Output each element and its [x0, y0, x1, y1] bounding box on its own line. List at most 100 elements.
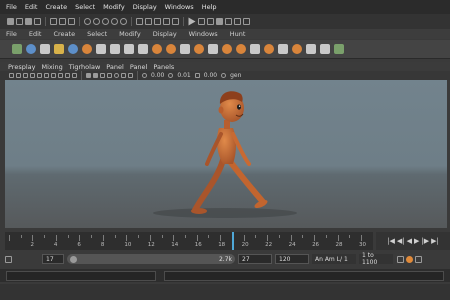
anim-layer-dropdown[interactable]: An Am L/ 1 — [312, 254, 356, 264]
move-icon[interactable] — [40, 44, 50, 54]
menu-edit[interactable]: Edit — [25, 3, 38, 11]
snap-view-icon[interactable] — [111, 18, 118, 25]
character[interactable] — [191, 91, 269, 214]
panel-menu-panel[interactable]: Panel — [106, 63, 124, 71]
select-hierarchy-icon[interactable] — [50, 18, 57, 25]
select-component-icon[interactable] — [68, 18, 75, 25]
menuset-select[interactable]: Select — [87, 30, 107, 38]
range-slider[interactable]: 2.7k — [67, 254, 235, 264]
time-slider[interactable]: 2 4 6 8 10 12 14 16 18 20 22 24 26 28 30 — [5, 232, 373, 250]
range-slider-knob[interactable] — [70, 255, 77, 263]
play-icon[interactable] — [188, 17, 196, 26]
gate-mask-icon[interactable] — [51, 73, 56, 78]
undo-icon[interactable] — [34, 18, 41, 25]
set-key-icon[interactable] — [166, 44, 176, 54]
graph-icon[interactable] — [207, 18, 214, 25]
play-forward-icon[interactable]: ▶ — [414, 237, 419, 245]
snap-grid-icon[interactable] — [84, 18, 91, 25]
menuset-file[interactable]: File — [6, 30, 17, 38]
image-plane-icon[interactable] — [23, 73, 28, 78]
render-settings-icon[interactable] — [172, 18, 179, 25]
safe-action-icon[interactable] — [65, 73, 70, 78]
field-chart-icon[interactable] — [58, 73, 63, 78]
viewport-3d[interactable] — [5, 80, 447, 228]
snap-point-icon[interactable] — [102, 18, 109, 25]
menuset-edit[interactable]: Edit — [29, 30, 42, 38]
range-display-field[interactable]: 1 to 1100 — [359, 252, 393, 266]
command-input[interactable] — [6, 270, 156, 281]
new-scene-icon[interactable] — [7, 18, 14, 25]
wireframe-icon[interactable] — [86, 73, 91, 78]
film-gate-icon[interactable] — [37, 73, 42, 78]
constraint-icon[interactable] — [208, 44, 218, 54]
step-forward-icon[interactable]: |▶ — [421, 237, 429, 245]
go-to-start-icon[interactable]: |◀ — [387, 237, 395, 245]
menu-modify[interactable]: Modify — [103, 3, 125, 11]
auto-key-icon[interactable] — [406, 255, 413, 263]
select-object-icon[interactable] — [59, 18, 66, 25]
history-icon[interactable] — [136, 18, 143, 25]
cone-icon[interactable] — [54, 44, 64, 54]
go-to-end-icon[interactable]: ▶| — [431, 237, 439, 245]
render-icon[interactable] — [154, 18, 161, 25]
exposure-value[interactable]: 0.00 — [151, 72, 164, 79]
smooth-shade-icon[interactable] — [93, 73, 98, 78]
scale-icon[interactable] — [110, 44, 120, 54]
shadows-icon[interactable] — [114, 73, 119, 78]
camera-attr-icon[interactable] — [9, 73, 14, 78]
menu-display[interactable]: Display — [133, 3, 157, 11]
view-transform-icon[interactable] — [221, 73, 227, 78]
construction-icon[interactable] — [145, 18, 152, 25]
menuset-modify[interactable]: Modify — [119, 30, 141, 38]
isolate-icon[interactable] — [128, 73, 133, 78]
prefs-icon[interactable] — [415, 255, 422, 263]
safe-title-icon[interactable] — [72, 73, 77, 78]
menuset-display[interactable]: Display — [153, 30, 177, 38]
open-scene-icon[interactable] — [16, 18, 23, 25]
gamma-icon[interactable] — [168, 73, 174, 78]
camera-icon[interactable] — [216, 18, 223, 25]
step-back-icon[interactable]: ◀| — [397, 237, 405, 245]
range-menu-icon[interactable] — [5, 255, 12, 263]
channel-box-icon[interactable] — [225, 18, 232, 25]
view-label[interactable]: gen — [230, 72, 241, 79]
render-shelf-icon[interactable] — [334, 44, 344, 54]
blend-icon[interactable] — [264, 44, 274, 54]
sphere-icon[interactable] — [26, 44, 36, 54]
pose-icon[interactable] — [292, 44, 302, 54]
menu-file[interactable]: File — [6, 3, 17, 11]
exposure-icon[interactable] — [142, 73, 147, 78]
skin-icon[interactable] — [222, 44, 232, 54]
ik-icon[interactable] — [138, 44, 148, 54]
cluster-icon[interactable] — [236, 44, 246, 54]
ipr-icon[interactable] — [163, 18, 170, 25]
gamma-value[interactable]: 0.01 — [177, 72, 190, 79]
tool-settings-icon[interactable] — [243, 18, 250, 25]
panel-menu-mixing[interactable]: Mixing — [41, 63, 62, 71]
light-icon[interactable] — [320, 44, 330, 54]
range-current-field[interactable]: 27 — [238, 254, 272, 264]
rotate-icon[interactable] — [96, 44, 106, 54]
grid-toggle-icon[interactable] — [30, 73, 35, 78]
range-start-field[interactable]: 17 — [42, 254, 64, 264]
menu-select[interactable]: Select — [75, 3, 95, 11]
character-set-icon[interactable] — [397, 255, 404, 263]
playhead[interactable] — [231, 232, 234, 250]
menuset-hunt[interactable]: Hunt — [230, 30, 246, 38]
xray-icon[interactable] — [121, 73, 126, 78]
curve-icon[interactable] — [180, 44, 190, 54]
snap-curve-icon[interactable] — [93, 18, 100, 25]
globe-icon[interactable] — [68, 44, 78, 54]
color-mgmt-icon[interactable] — [194, 73, 200, 78]
menu-windows[interactable]: Windows — [165, 3, 194, 11]
bookmark-icon[interactable] — [16, 73, 21, 78]
panel-menu-tigrholaw[interactable]: Tigrholaw — [69, 63, 100, 71]
wire-icon[interactable] — [278, 44, 288, 54]
character-icon[interactable] — [194, 44, 204, 54]
menu-help[interactable]: Help — [202, 3, 217, 11]
sphere-orange-icon[interactable] — [82, 44, 92, 54]
save-scene-icon[interactable] — [25, 18, 32, 25]
attribute-editor-icon[interactable] — [234, 18, 241, 25]
camera-shelf-icon[interactable] — [306, 44, 316, 54]
play-back-icon[interactable]: ◀ — [407, 237, 412, 245]
